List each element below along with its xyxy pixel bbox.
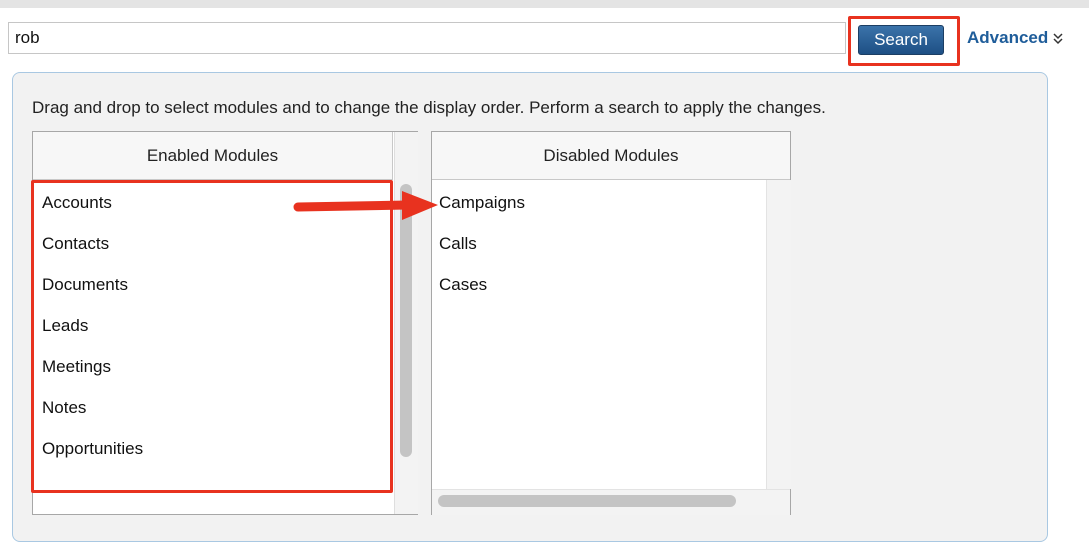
enabled-module-accounts[interactable]: Accounts bbox=[33, 182, 143, 223]
enabled-module-leads[interactable]: Leads bbox=[33, 305, 143, 346]
advanced-label: Advanced bbox=[967, 28, 1049, 47]
top-strip bbox=[0, 0, 1089, 8]
enabled-module-meetings[interactable]: Meetings bbox=[33, 346, 143, 387]
enabled-module-notes[interactable]: Notes bbox=[33, 387, 143, 428]
enabled-module-documents[interactable]: Documents bbox=[33, 264, 143, 305]
disabled-horizontal-scrollbar-thumb[interactable] bbox=[438, 495, 736, 507]
disabled-module-campaigns[interactable]: Campaigns bbox=[432, 182, 525, 223]
advanced-search-link[interactable]: Advanced bbox=[967, 28, 1064, 48]
disabled-module-cases[interactable]: Cases bbox=[432, 264, 525, 305]
search-button-highlight: Search bbox=[848, 16, 960, 66]
search-button[interactable]: Search bbox=[858, 25, 944, 55]
double-chevron-down-icon bbox=[1053, 32, 1063, 44]
disabled-modules-header: Disabled Modules bbox=[432, 132, 790, 180]
search-input[interactable] bbox=[8, 22, 846, 54]
disabled-scrollbar-track[interactable] bbox=[766, 180, 791, 489]
right-arrow-icon bbox=[293, 191, 438, 220]
disabled-modules-box: Disabled Modules Campaigns Calls Cases bbox=[431, 131, 791, 515]
instructions-text: Drag and drop to select modules and to c… bbox=[32, 98, 826, 117]
enabled-modules-header: Enabled Modules bbox=[33, 132, 393, 180]
disabled-modules-list: Campaigns Calls Cases bbox=[432, 182, 525, 305]
enabled-module-opportunities[interactable]: Opportunities bbox=[33, 428, 143, 469]
disabled-module-calls[interactable]: Calls bbox=[432, 223, 525, 264]
enabled-modules-list: Accounts Contacts Documents Leads Meetings No… bbox=[33, 182, 143, 469]
enabled-module-contacts[interactable]: Contacts bbox=[33, 223, 143, 264]
